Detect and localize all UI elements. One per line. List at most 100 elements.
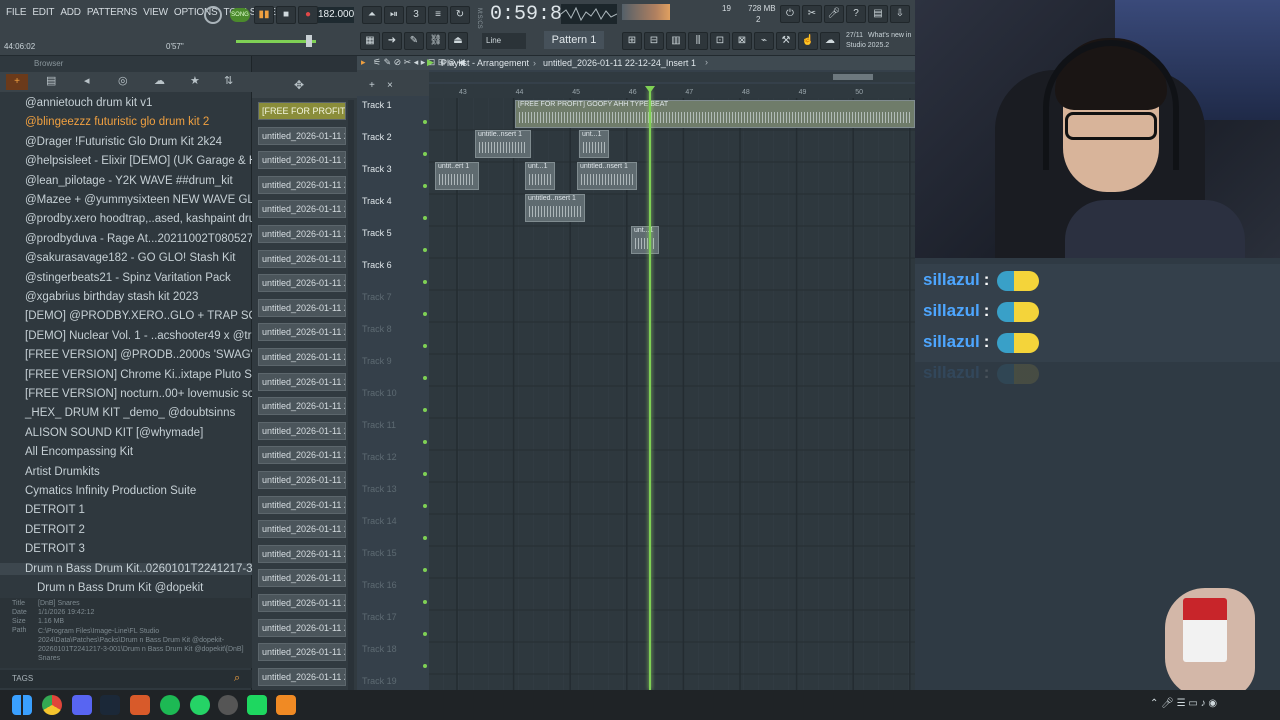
channel-rack-icon[interactable]: ⫼ <box>688 32 708 50</box>
channel-button[interactable]: untitled_2026-01-11 22- <box>258 200 346 219</box>
metronome-icon[interactable]: ⏶ <box>362 6 382 24</box>
channel-button[interactable]: untitled_2026-01-11 22- <box>258 323 346 342</box>
track-mute-led[interactable] <box>423 184 427 188</box>
track-mute-led[interactable] <box>423 120 427 124</box>
arrow-right-icon[interactable]: ➜ <box>382 32 402 50</box>
channel-button[interactable]: untitled_2026-01-11 22- <box>258 225 346 243</box>
browser-item[interactable]: @prodbyduva - Rage At...20211002T0805277… <box>25 233 283 245</box>
audio-clip[interactable]: unt...1 <box>525 162 555 190</box>
track-mute-led[interactable] <box>423 632 427 636</box>
channel-button[interactable]: untitled_2026-01-11 22- <box>258 643 346 662</box>
browser-item[interactable]: @xgabrius birthday stash kit 2023 <box>25 291 198 303</box>
track-header[interactable]: Track 16 <box>362 580 427 612</box>
browser-item[interactable]: _HEX_ DRUM KIT _demo_ @doubtsinns <box>25 407 235 419</box>
play-button[interactable]: ▮▮ <box>254 6 274 24</box>
browser-item[interactable]: Cymatics Infinity Production Suite <box>25 485 196 497</box>
playhead[interactable] <box>649 90 651 690</box>
countdown-icon[interactable]: 3 <box>406 6 426 24</box>
channel-button[interactable]: untitled_2026-01-11 22- <box>258 471 346 489</box>
record-button[interactable]: ● <box>298 6 318 24</box>
whatsapp-icon[interactable] <box>190 695 210 715</box>
channel-button[interactable]: untitled_2026-01-11 22- <box>258 520 346 539</box>
browser-item[interactable]: @helpsisleet - Elixir [DEMO] (UK Garage … <box>25 155 286 167</box>
channel-button[interactable]: untitled_2026-01-11 22- <box>258 421 346 440</box>
track-header[interactable]: Track 14 <box>362 516 427 548</box>
track-header[interactable]: Track 11 <box>362 420 427 452</box>
playlist-play-icon[interactable]: ▶ <box>427 57 434 68</box>
menu-file[interactable]: FILE <box>6 7 27 18</box>
browser-item[interactable]: @prodby.xero hoodtrap,..ased, kashpaint … <box>25 213 279 225</box>
touch-icon[interactable]: ☝ <box>798 32 818 50</box>
mic-icon[interactable]: 🎤︎ <box>824 5 844 23</box>
target-icon[interactable]: ◎ <box>118 74 128 87</box>
track-header[interactable]: Track 7 <box>362 292 427 324</box>
loop-record-icon[interactable]: ↻ <box>450 6 470 24</box>
channel-button[interactable]: untitled_2026-01-11 22- <box>258 348 346 366</box>
browser-item[interactable]: DETROIT 3 <box>25 543 85 555</box>
link-icon[interactable]: ⛓ <box>426 32 446 50</box>
channel-button[interactable]: untitled_2026-01-11 22- <box>258 667 346 686</box>
channel-button[interactable]: untitled_2026-01-11 22- <box>258 274 346 293</box>
track-mute-led[interactable] <box>423 280 427 284</box>
tool-icon[interactable]: ⚒ <box>776 32 796 50</box>
tags-search-icon[interactable]: ⌕ <box>234 672 240 685</box>
browser-item[interactable]: @lean_pilotage - Y2K WAVE ##drum_kit <box>25 175 233 187</box>
track-header[interactable]: Track 8 <box>362 324 427 356</box>
channel-button[interactable]: untitled_2026-01-11 22- <box>258 175 346 194</box>
browser-item[interactable]: DETROIT 2 <box>25 524 85 536</box>
move-icon[interactable]: ✥ <box>294 78 304 92</box>
track-mute-led[interactable] <box>423 600 427 604</box>
channel-button[interactable]: untitled_2026-01-11 22- <box>258 151 346 170</box>
channel-button[interactable]: untitled_2026-01-11 22- <box>258 446 346 465</box>
plugin-icon[interactable]: ⊠ <box>732 32 752 50</box>
tempo-display[interactable]: 182.000 <box>318 7 354 23</box>
track-mute-led[interactable] <box>423 472 427 476</box>
track-header[interactable]: Track 4 <box>362 196 427 228</box>
plug-icon[interactable]: ⌁ <box>754 32 774 50</box>
track-mute-led[interactable] <box>423 568 427 572</box>
playhead-marker-icon[interactable] <box>645 86 655 93</box>
stamp-icon[interactable]: ⏏ <box>448 32 468 50</box>
tray-icons[interactable]: ⌃ 🎤︎ ☰ ▭ ♪ ◉ <box>1150 698 1260 712</box>
channel-button[interactable]: untitled_2026-01-11 22- <box>258 298 346 317</box>
track-mute-led[interactable] <box>423 504 427 508</box>
master-pitch-slider[interactable] <box>236 40 316 43</box>
panic-icon[interactable]: ⏻ <box>780 5 800 23</box>
track-header[interactable]: Track 5 <box>362 228 427 260</box>
playlist-arrow-icon[interactable]: ▸ <box>361 57 366 68</box>
playlist-menu-icon[interactable]: › <box>705 57 708 67</box>
help-icon[interactable]: ? <box>846 5 866 23</box>
save-icon[interactable]: ▤ <box>868 5 888 23</box>
song-mode-toggle[interactable]: SONG <box>230 8 250 22</box>
tags-bar[interactable]: TAGS ⌕ <box>0 670 252 688</box>
discord-icon[interactable] <box>72 695 92 715</box>
browser-item[interactable]: @sakurasavage182 - GO GLO! Stash Kit <box>25 252 235 264</box>
audio-clip[interactable]: untit..ert 1 <box>435 162 479 190</box>
channel-button[interactable]: untitled_2026-01-11 22- <box>258 126 346 145</box>
menu-edit[interactable]: EDIT <box>32 7 54 18</box>
track-mute-led[interactable] <box>423 216 427 220</box>
news-text[interactable]: What's new in <box>868 32 911 39</box>
audio-clip[interactable]: unt...1 <box>579 130 609 158</box>
add-icon[interactable]: + <box>6 74 28 90</box>
track-header[interactable]: Track 18 <box>362 644 427 676</box>
browser-item[interactable]: DETROIT 1 <box>25 504 85 516</box>
track-mute-led[interactable] <box>423 344 427 348</box>
render-icon[interactable]: ⇩ <box>890 5 910 23</box>
track-header[interactable]: Track 2 <box>362 132 427 164</box>
browser-item[interactable]: @stingerbeats21 - Spinz Varitation Pack <box>25 272 231 284</box>
track-mute-led[interactable] <box>423 152 427 156</box>
audio-clip[interactable]: untitled..nsert 1 <box>525 194 585 222</box>
wait-icon[interactable]: ⏯ <box>384 6 404 24</box>
track-header[interactable]: Track 1 <box>362 100 427 132</box>
playlist-icon[interactable]: ▦ <box>360 32 380 50</box>
mixer-icon[interactable]: ⊟ <box>644 32 664 50</box>
track-mute-led[interactable] <box>423 248 427 252</box>
brush-icon[interactable]: ✎ <box>404 32 424 50</box>
track-header[interactable]: Track 3 <box>362 164 427 196</box>
stop-button[interactable]: ■ <box>276 6 296 24</box>
channel-button[interactable]: [FREE FOR PROFIT] G... <box>258 102 346 120</box>
track-mute-led[interactable] <box>423 536 427 540</box>
channel-button[interactable]: untitled_2026-01-11 22- <box>258 372 346 391</box>
star-icon[interactable]: ★ <box>190 74 200 87</box>
